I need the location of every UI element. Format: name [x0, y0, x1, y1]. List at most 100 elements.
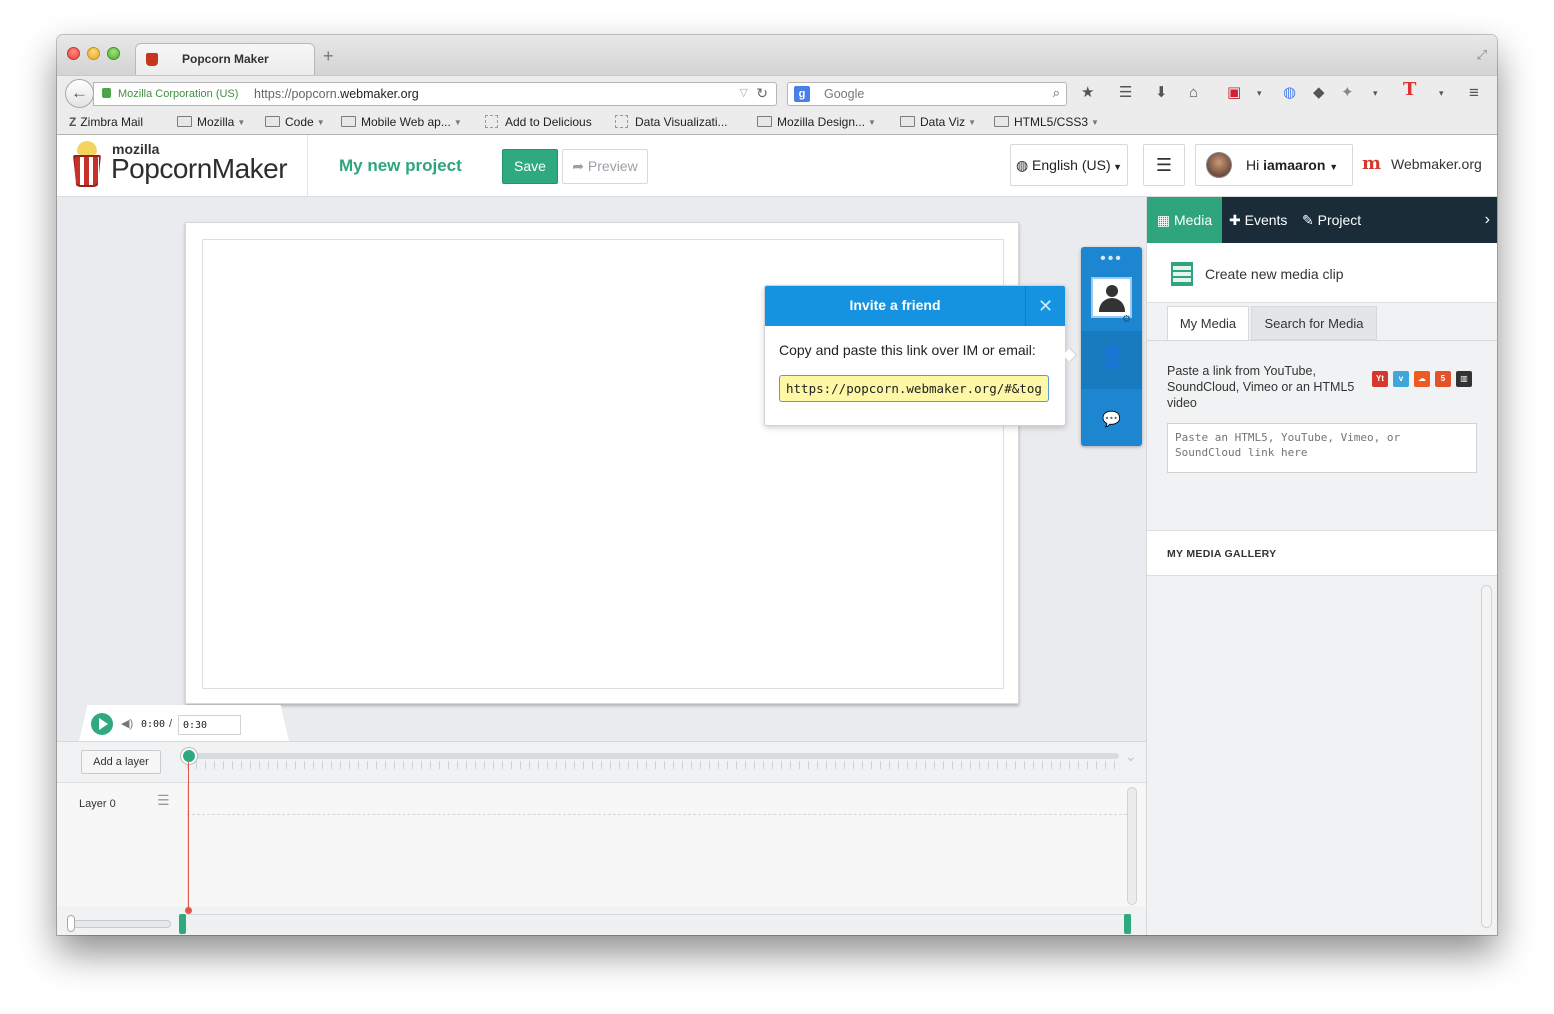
layer-track[interactable]: [187, 814, 1127, 815]
bookmarks-bar: Z Zimbra Mail Mozilla ▼ Code ▼ Mobile Web a…: [57, 111, 1497, 135]
chevron-down-icon: ▼: [1329, 162, 1339, 172]
download-icon[interactable]: ⬇: [1155, 85, 1168, 101]
tab-title: Popcorn Maker: [182, 52, 269, 66]
invite-user-button[interactable]: 👤: [1081, 331, 1142, 389]
screenshot-icon[interactable]: ▣: [1227, 85, 1241, 101]
folder-icon: [177, 116, 192, 127]
logo-app-name[interactable]: PopcornMaker: [111, 153, 288, 185]
bookmark-folder[interactable]: Mobile Web ap... ▼: [341, 115, 462, 129]
playhead-handle[interactable]: [181, 748, 197, 764]
bookmark-star-icon[interactable]: ★: [1081, 85, 1094, 101]
back-button[interactable]: ←: [65, 79, 94, 108]
preview-label: Preview: [587, 158, 638, 174]
toolbar-dropdown-icon[interactable]: ▾: [1373, 85, 1378, 101]
layer-menu-icon[interactable]: ☰: [157, 792, 170, 809]
timeline-ruler[interactable]: [187, 753, 1119, 759]
extension-gear-icon[interactable]: ✦: [1341, 85, 1354, 101]
minimize-window-icon[interactable]: [87, 47, 100, 60]
layers-vertical-scrollbar[interactable]: [1127, 787, 1137, 905]
title-bar: Popcorn Maker + ⤢: [57, 35, 1497, 75]
browser-tab[interactable]: Popcorn Maker: [135, 43, 315, 75]
zoom-slider[interactable]: [69, 920, 171, 928]
chat-bubble-icon[interactable]: ◍: [1283, 85, 1296, 101]
browser-window: Popcorn Maker + ⤢ Mozilla Corporation (U…: [57, 35, 1497, 935]
hamburger-menu-button[interactable]: ☰: [1143, 144, 1185, 186]
invite-instructions: Copy and paste this link over IM or emai…: [779, 342, 1036, 358]
chevron-down-icon[interactable]: ⌄: [1125, 748, 1137, 765]
plus-icon: ✚: [1229, 212, 1245, 228]
add-layer-button[interactable]: Add a layer: [81, 750, 161, 774]
duration-input[interactable]: [178, 715, 241, 735]
paste-hint: Paste a link from YouTube, SoundCloud, V…: [1167, 364, 1355, 410]
bookmark-folder[interactable]: Data Viz ▼: [900, 115, 976, 129]
reload-icon[interactable]: ↻: [756, 85, 768, 102]
invite-header: Invite a friend ✕: [765, 286, 1065, 326]
user-silhouette-body: [1099, 298, 1125, 312]
url-bar[interactable]: Mozilla Corporation (US) https://popcorn…: [93, 82, 777, 106]
lock-icon: [102, 88, 111, 98]
preview-button[interactable]: ➦ Preview: [562, 149, 648, 184]
tab-my-media[interactable]: My Media: [1167, 306, 1249, 340]
bookmark-folder[interactable]: Mozilla ▼: [177, 115, 245, 129]
zoom-slider-handle[interactable]: [67, 915, 75, 932]
gallery-scrollbar[interactable]: [1481, 585, 1492, 928]
invite-link-input[interactable]: [779, 375, 1049, 402]
bookmark-item[interactable]: Z Zimbra Mail: [69, 115, 143, 129]
toolbar-dropdown-icon[interactable]: ▾: [1439, 85, 1444, 101]
scrollbar-right-handle[interactable]: [1124, 914, 1131, 934]
close-window-icon[interactable]: [67, 47, 80, 60]
save-button[interactable]: Save: [502, 149, 558, 184]
user-menu-button[interactable]: Hi iamaaron ▼: [1195, 144, 1353, 186]
close-icon[interactable]: ✕: [1025, 286, 1065, 326]
folder-icon: [900, 116, 915, 127]
search-bar[interactable]: g Google ⌕: [787, 82, 1067, 106]
bookmark-folder[interactable]: Mozilla Design... ▼: [757, 115, 876, 129]
zimbra-icon: Z: [69, 115, 77, 129]
bookmark-folder[interactable]: HTML5/CSS3 ▼: [994, 115, 1099, 129]
collab-drag-handle[interactable]: •••: [1081, 250, 1142, 268]
add-user-icon: 👤: [1099, 344, 1127, 369]
gear-icon[interactable]: ⚙: [1122, 314, 1131, 325]
google-icon[interactable]: g: [794, 86, 810, 102]
fullscreen-icon[interactable]: ⤢: [1477, 47, 1487, 63]
chat-icon[interactable]: 💬: [1102, 410, 1121, 428]
bookmarks-list-icon[interactable]: ☰: [1119, 85, 1132, 101]
bookmark-folder[interactable]: Code ▼: [265, 115, 325, 129]
new-tab-button[interactable]: +: [323, 47, 334, 65]
language-selector[interactable]: ◍ English (US) ▼: [1010, 144, 1128, 186]
bookmark-item[interactable]: Data Visualizati...: [615, 115, 728, 129]
webmaker-logo-icon[interactable]: m: [1362, 153, 1381, 174]
toolbar-dropdown-icon[interactable]: ▾: [1257, 85, 1262, 101]
play-button[interactable]: [91, 713, 113, 735]
url-history-dropdown-icon[interactable]: ▽: [740, 86, 748, 99]
text-tool-icon[interactable]: T: [1403, 81, 1416, 99]
tab-project[interactable]: ✎ Project: [1302, 197, 1361, 243]
collab-self-avatar[interactable]: [1091, 277, 1132, 318]
app-header: mozilla PopcornMaker My new project Save…: [57, 135, 1497, 197]
home-icon[interactable]: ⌂: [1189, 85, 1198, 101]
chevron-right-icon[interactable]: ›: [1485, 197, 1490, 243]
project-title[interactable]: My new project: [339, 156, 462, 176]
layers-area: Layer 0 ☰: [57, 782, 1146, 907]
chevron-down-icon: ▼: [237, 118, 246, 127]
create-media-clip-button[interactable]: Create new media clip: [1147, 243, 1497, 303]
popcorn-logo-icon[interactable]: [73, 141, 101, 191]
search-icon[interactable]: ⌕: [1053, 85, 1060, 101]
tab-search-media[interactable]: Search for Media: [1251, 306, 1377, 340]
timeline-horizontal-scrollbar[interactable]: [181, 914, 1131, 935]
bookmark-item[interactable]: Add to Delicious: [485, 115, 592, 129]
browser-menu-icon[interactable]: ≡: [1469, 84, 1479, 101]
tab-media[interactable]: ▦ Media: [1147, 197, 1222, 243]
url-text[interactable]: https://popcorn.webmaker.org: [254, 87, 419, 101]
site-identity[interactable]: Mozilla Corporation (US): [118, 88, 238, 100]
zoom-window-icon[interactable]: [107, 47, 120, 60]
tab-events[interactable]: ✚ Events: [1229, 197, 1287, 243]
webmaker-link[interactable]: Webmaker.org: [1391, 156, 1482, 172]
media-url-input[interactable]: [1167, 423, 1477, 473]
extension-icon[interactable]: ◆: [1313, 85, 1325, 101]
scrollbar-left-handle[interactable]: [179, 914, 186, 934]
volume-icon[interactable]: ◀): [121, 717, 133, 730]
layer-name[interactable]: Layer 0: [79, 798, 116, 810]
search-input[interactable]: Google: [824, 87, 864, 101]
page-icon: [615, 115, 628, 128]
